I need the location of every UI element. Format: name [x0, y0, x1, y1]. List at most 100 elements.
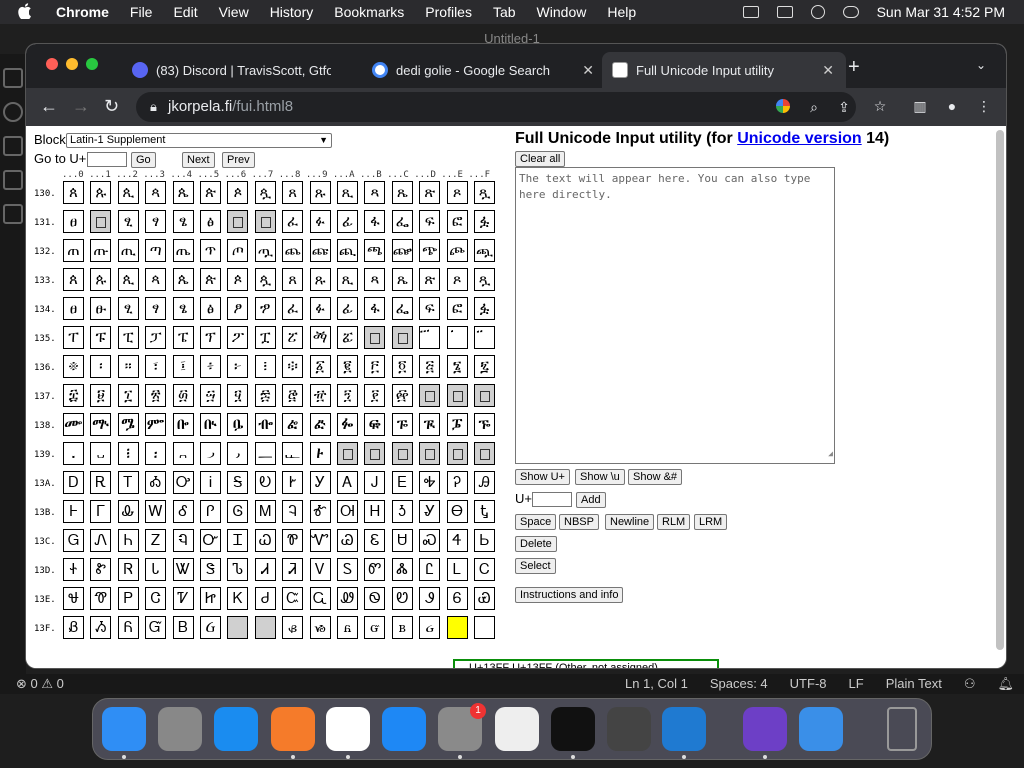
character-cell[interactable]: ᎁ: [90, 413, 112, 436]
menu-window[interactable]: Window: [537, 4, 587, 20]
character-cell[interactable]: ፤: [172, 355, 194, 378]
character-cell[interactable]: Ꮶ: [227, 587, 249, 610]
show-backslash-u-button[interactable]: Show \u: [575, 469, 625, 485]
character-cell[interactable]: [446, 616, 468, 639]
character-cell[interactable]: ጤ: [172, 239, 194, 262]
character-cell[interactable]: Ꮹ: [309, 587, 331, 610]
character-cell[interactable]: ጧ: [254, 239, 276, 262]
character-cell[interactable]: ፧: [254, 355, 276, 378]
character-cell[interactable]: [419, 442, 441, 465]
character-cell[interactable]: ፞: [446, 326, 468, 349]
character-cell[interactable]: Ꮁ: [90, 500, 112, 523]
character-cell[interactable]: Ꮄ: [172, 500, 194, 523]
close-tab-icon[interactable]: ✕: [582, 62, 594, 79]
notifications-icon[interactable]: 🔔︎: [997, 676, 1014, 692]
output-textarea[interactable]: The text will appear here. You can also …: [515, 167, 835, 464]
character-cell[interactable]: Ꭶ: [227, 471, 249, 494]
character-cell[interactable]: ፅ: [200, 297, 221, 320]
tab-google-search[interactable]: dedi golie - Google Search ✕: [362, 52, 606, 88]
character-cell[interactable]: ጳ: [145, 268, 167, 291]
menu-bookmarks[interactable]: Bookmarks: [334, 4, 404, 20]
character-cell[interactable]: ጰ: [63, 181, 84, 204]
screen-mirroring-icon[interactable]: [776, 6, 793, 18]
menu-profiles[interactable]: Profiles: [425, 4, 472, 20]
problems-indicator[interactable]: ⊗ 0 ⚠ 0: [16, 676, 64, 692]
finder-icon[interactable]: [102, 707, 146, 751]
character-cell[interactable]: ጪ: [337, 239, 358, 262]
character-cell[interactable]: ᎖: [227, 442, 249, 465]
forward-icon[interactable]: →: [72, 96, 90, 117]
character-cell[interactable]: Ꮝ: [419, 529, 441, 552]
character-cell[interactable]: ጹ: [309, 268, 331, 291]
search-icon[interactable]: [810, 5, 825, 19]
character-cell[interactable]: ፙ: [309, 326, 331, 349]
select-button[interactable]: Select: [515, 558, 556, 574]
character-cell[interactable]: ፄ: [172, 210, 194, 233]
character-cell[interactable]: Ᏻ: [145, 616, 167, 639]
character-cell[interactable]: Ꮲ: [117, 587, 139, 610]
debug-icon[interactable]: [3, 170, 23, 190]
character-cell[interactable]: ፈ: [282, 210, 304, 233]
keyboard-icon[interactable]: [742, 6, 759, 18]
character-cell[interactable]: ጲ: [117, 268, 139, 291]
character-cell[interactable]: ፆ: [227, 297, 249, 320]
character-cell[interactable]: ጸ: [282, 268, 304, 291]
menu-edit[interactable]: Edit: [173, 4, 197, 20]
character-cell[interactable]: ጲ: [117, 181, 139, 204]
bookmark-star-icon[interactable]: ☆: [872, 98, 888, 114]
character-cell[interactable]: Ꮬ: [391, 558, 413, 581]
add-button[interactable]: Add: [576, 492, 606, 508]
character-cell[interactable]: ጸ: [282, 181, 304, 204]
character-cell[interactable]: ጵ: [200, 268, 221, 291]
character-cell[interactable]: Ꮅ: [200, 500, 221, 523]
character-cell[interactable]: ፌ: [391, 297, 413, 320]
character-cell[interactable]: [474, 616, 495, 639]
character-cell[interactable]: ጺ: [337, 181, 358, 204]
extensions-icon[interactable]: [3, 204, 23, 224]
character-cell[interactable]: Ꮃ: [145, 500, 167, 523]
character-cell[interactable]: ፴: [172, 384, 194, 407]
character-cell[interactable]: ᎕: [200, 442, 221, 465]
character-cell[interactable]: ᎀ: [63, 413, 84, 436]
character-cell[interactable]: ፼: [391, 384, 413, 407]
character-cell[interactable]: ፡: [90, 355, 112, 378]
character-cell[interactable]: Ꭲ: [117, 471, 139, 494]
character-cell[interactable]: ᎑: [90, 442, 112, 465]
character-cell[interactable]: ᏹ: [309, 616, 331, 639]
character-cell[interactable]: ፑ: [90, 326, 112, 349]
weather-icon[interactable]: [799, 707, 843, 751]
character-cell[interactable]: ፠: [63, 355, 84, 378]
character-cell[interactable]: Ꭼ: [391, 471, 413, 494]
character-cell[interactable]: ፊ: [337, 210, 358, 233]
lock-icon[interactable]: 🔒︎: [150, 92, 157, 122]
character-cell[interactable]: ጩ: [309, 239, 331, 262]
character-cell[interactable]: Ꮀ: [63, 500, 84, 523]
character-cell[interactable]: Ꮻ: [364, 587, 386, 610]
prev-button[interactable]: Prev: [222, 152, 255, 168]
character-cell[interactable]: ᎍ: [419, 413, 441, 436]
character-cell[interactable]: Ꮱ: [90, 587, 112, 610]
character-cell[interactable]: Ꮉ: [309, 500, 331, 523]
character-cell[interactable]: ጬ: [391, 239, 413, 262]
cursor-position[interactable]: Ln 1, Col 1: [625, 676, 688, 692]
character-cell[interactable]: ፊ: [337, 297, 358, 320]
source-control-icon[interactable]: [3, 136, 23, 156]
character-cell[interactable]: ጣ: [145, 239, 167, 262]
character-cell[interactable]: ጢ: [117, 239, 139, 262]
character-cell[interactable]: Ꮣ: [145, 558, 167, 581]
character-cell[interactable]: ፐ: [63, 326, 84, 349]
character-cell[interactable]: Ꮿ: [474, 587, 495, 610]
character-cell[interactable]: ጶ: [227, 181, 249, 204]
tab-discord[interactable]: (83) Discord | TravisScott, Gtfo: [122, 52, 362, 88]
character-cell[interactable]: Ꭷ: [254, 471, 276, 494]
character-cell[interactable]: Ꮏ: [474, 500, 495, 523]
character-cell[interactable]: ፚ: [337, 326, 358, 349]
character-cell[interactable]: Ꮔ: [172, 529, 194, 552]
character-cell[interactable]: Ꮨ: [282, 558, 304, 581]
clear-all-button[interactable]: Clear all: [515, 151, 566, 167]
rlm-button[interactable]: RLM: [657, 514, 691, 530]
delete-button[interactable]: Delete: [515, 536, 557, 552]
character-cell[interactable]: ጵ: [200, 181, 221, 204]
character-cell[interactable]: Ꮷ: [254, 587, 276, 610]
character-cell[interactable]: [227, 616, 249, 639]
